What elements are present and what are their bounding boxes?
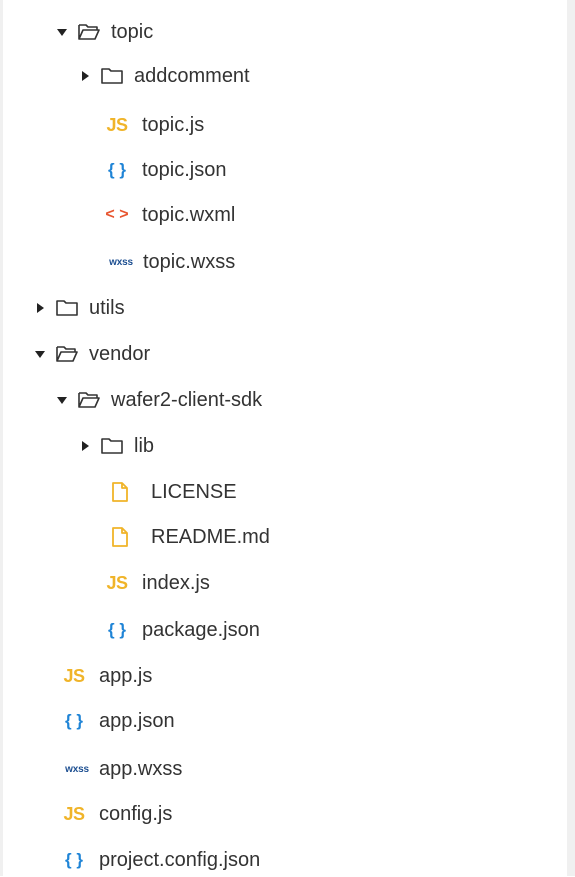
folder-icon <box>55 298 79 318</box>
tree-item-label: topic.js <box>142 113 205 136</box>
tree-item-label: app.js <box>99 664 153 687</box>
folder-open-icon <box>77 22 101 42</box>
tree-file-license[interactable]: LICENSE <box>107 475 567 509</box>
tree-file-topic-js[interactable]: JS topic.js <box>102 108 567 142</box>
tree-item-label: config.js <box>99 802 173 825</box>
file-icon <box>107 481 133 503</box>
tree-file-app-wxss[interactable]: wxss app.wxss <box>59 752 567 786</box>
tree-item-label: vendor <box>89 342 151 365</box>
tree-file-config-js[interactable]: JS config.js <box>59 797 567 831</box>
tree-item-label: topic.wxss <box>143 250 236 273</box>
tree-folder-addcomment[interactable]: addcomment <box>78 59 567 93</box>
folder-open-icon <box>77 390 101 410</box>
tree-file-index-js[interactable]: JS index.js <box>102 566 567 600</box>
tree-folder-wafer2-client-sdk[interactable]: wafer2-client-sdk <box>55 383 567 417</box>
tree-file-topic-json[interactable]: { } topic.json <box>102 153 567 187</box>
tree-item-label: app.wxss <box>99 757 183 780</box>
tree-item-label: app.json <box>99 709 175 732</box>
caret-down-icon[interactable] <box>33 349 47 359</box>
tree-file-project-config-json[interactable]: { } project.config.json <box>59 843 567 877</box>
file-explorer-tree: topic addcomment JS topic.js { } topic.j… <box>0 0 575 876</box>
tree-file-app-js[interactable]: JS app.js <box>59 659 567 693</box>
caret-right-icon[interactable] <box>78 440 92 452</box>
tree-item-label: lib <box>134 434 155 457</box>
js-file-icon: JS <box>63 803 85 824</box>
wxss-file-icon: wxss <box>65 763 89 775</box>
tree-item-label: utils <box>89 296 125 319</box>
tree-item-label: project.config.json <box>99 848 261 871</box>
tree-item-label: index.js <box>142 571 210 594</box>
tree-folder-topic[interactable]: topic <box>55 15 567 49</box>
json-file-icon: { } <box>65 711 83 730</box>
json-file-icon: { } <box>108 620 126 639</box>
caret-down-icon[interactable] <box>55 27 69 37</box>
js-file-icon: JS <box>63 665 85 686</box>
tree-item-label: wafer2-client-sdk <box>111 388 263 411</box>
tree-folder-vendor[interactable]: vendor <box>33 337 567 371</box>
folder-open-icon <box>55 344 79 364</box>
js-file-icon: JS <box>106 572 128 593</box>
tree-file-app-json[interactable]: { } app.json <box>59 704 567 738</box>
caret-right-icon[interactable] <box>78 70 92 82</box>
file-icon <box>107 526 133 548</box>
tree-item-label: LICENSE <box>151 480 237 503</box>
tree-file-readme[interactable]: README.md <box>107 520 567 554</box>
tree-file-topic-wxss[interactable]: wxss topic.wxss <box>103 245 567 279</box>
tree-folder-utils[interactable]: utils <box>33 291 567 325</box>
tree-item-label: topic.wxml <box>142 203 236 226</box>
caret-right-icon[interactable] <box>33 302 47 314</box>
tree-item-label: package.json <box>142 618 260 641</box>
json-file-icon: { } <box>108 160 126 179</box>
tree-folder-lib[interactable]: lib <box>78 429 567 463</box>
caret-down-icon[interactable] <box>55 395 69 405</box>
js-file-icon: JS <box>106 114 128 135</box>
json-file-icon: { } <box>65 850 83 869</box>
tree-item-label: addcomment <box>134 64 250 87</box>
wxml-file-icon: < > <box>105 206 129 223</box>
wxss-file-icon: wxss <box>109 256 133 268</box>
tree-item-label: topic <box>111 20 154 43</box>
tree-file-topic-wxml[interactable]: < > topic.wxml <box>102 198 567 232</box>
tree-item-label: topic.json <box>142 158 227 181</box>
tree-item-label: README.md <box>151 525 270 548</box>
folder-icon <box>100 66 124 86</box>
tree-file-package-json[interactable]: { } package.json <box>102 613 567 647</box>
folder-icon <box>100 436 124 456</box>
